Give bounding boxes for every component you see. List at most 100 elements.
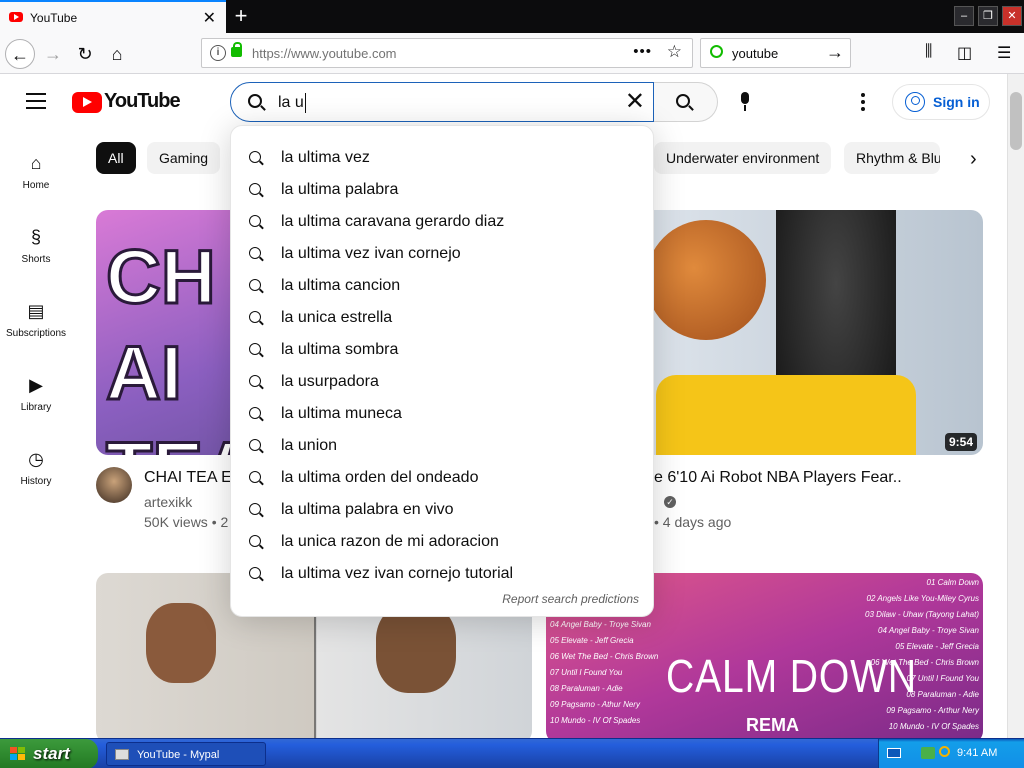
settings-menu-icon[interactable] (861, 93, 865, 111)
search-icon (249, 375, 261, 387)
taskbar: start YouTube - Mypal 9:41 AM (0, 738, 1024, 768)
tab-youtube[interactable]: YouTube ✕ (0, 0, 226, 33)
search-suggestions-dropdown: la ultima vez la ultima palabra la ultim… (230, 125, 654, 617)
search-icon[interactable] (939, 746, 950, 757)
video-meta: • 4 days ago (654, 514, 732, 530)
verified-badge-icon: ✓ (664, 496, 676, 508)
suggestion-item[interactable]: la usurpadora (231, 366, 655, 398)
suggestion-item[interactable]: la union (231, 430, 655, 462)
suggestion-text: la union (281, 437, 338, 454)
close-tab-icon[interactable]: ✕ (203, 8, 216, 28)
search-icon (249, 151, 261, 163)
channel-avatar[interactable] (96, 467, 132, 503)
search-icon (249, 279, 261, 291)
sidebar-item-home[interactable]: ⌂ Home (0, 152, 72, 191)
history-icon: ◷ (28, 449, 44, 469)
account-icon (905, 92, 925, 112)
track: 05 Elevate - Jeff Grecia (550, 636, 634, 645)
chip-underwater-environment[interactable]: Underwater environment (654, 142, 832, 174)
chip-all[interactable]: All (96, 142, 136, 174)
menu-icon[interactable]: ☰ (997, 43, 1011, 63)
clear-search-icon[interactable]: ✕ (625, 88, 645, 116)
suggestion-text: la ultima vez ivan cornejo (281, 245, 461, 262)
start-button[interactable]: start (0, 739, 98, 768)
subscriptions-icon: ▤ (27, 301, 45, 321)
sidebar-label: Subscriptions (5, 328, 67, 339)
chevron-right-icon[interactable]: › (970, 148, 977, 171)
text-caret (305, 93, 306, 113)
suggestion-item[interactable]: la ultima sombra (231, 334, 655, 366)
sidebar-item-history[interactable]: ◷ History (0, 448, 72, 487)
page-scrollbar[interactable] (1007, 74, 1024, 738)
search-button[interactable] (654, 82, 718, 122)
suggestion-text: la usurpadora (281, 373, 379, 390)
browser-window-icon (115, 749, 129, 760)
suggestion-text: la ultima muneca (281, 405, 402, 422)
page-actions-icon[interactable]: ••• (633, 43, 652, 60)
sign-in-button[interactable]: Sign in (892, 84, 990, 120)
suggestion-item[interactable]: la ultima palabra en vivo (231, 494, 655, 526)
minimize-button[interactable]: – (954, 6, 974, 26)
reload-button[interactable]: ↻ (70, 39, 100, 69)
suggestion-item[interactable]: la ultima palabra (231, 174, 655, 206)
track: 06 Wet The Bed - Chris Brown (550, 652, 659, 661)
url-bar[interactable]: i https://www.youtube.com ••• ☆ (201, 38, 693, 68)
sidebar-item-subscriptions[interactable]: ▤ Subscriptions (0, 300, 72, 339)
track: 03 Dilaw - Uhaw (Tayong Lahat) (865, 610, 979, 619)
network-icon[interactable] (921, 747, 935, 759)
library-icon[interactable]: ⫼ (925, 43, 932, 61)
sidebar-item-shorts[interactable]: § Shorts (0, 226, 72, 265)
browser-search-value[interactable]: youtube (732, 46, 778, 61)
voice-search-icon[interactable] (739, 92, 751, 112)
video-meta: 50K views • 2 (144, 514, 229, 530)
track: 09 Pagsamo - Arthur Nery (886, 706, 979, 715)
clock[interactable]: 9:41 AM (957, 747, 997, 759)
report-predictions-link[interactable]: Report search predictions (502, 592, 639, 606)
forward-button[interactable]: → (38, 39, 68, 69)
suggestion-item[interactable]: la ultima caravana gerardo diaz (231, 206, 655, 238)
track: 04 Angel Baby - Troye Sivan (550, 620, 651, 629)
suggestion-item[interactable]: la ultima vez ivan cornejo (231, 238, 655, 270)
guide-menu-icon[interactable] (26, 93, 46, 109)
track: 10 Mundo - IV Of Spades (550, 716, 641, 725)
suggestion-item[interactable]: la ultima cancion (231, 270, 655, 302)
search-input[interactable]: la u ✕ (230, 82, 654, 122)
chip-gaming[interactable]: Gaming (147, 142, 221, 174)
suggestion-item[interactable]: la unica estrella (231, 302, 655, 334)
scrollbar-thumb[interactable] (1010, 92, 1022, 150)
suggestion-item[interactable]: la ultima muneca (231, 398, 655, 430)
suggestion-item[interactable]: la ultima orden del ondeado (231, 462, 655, 494)
video-duration: 9:54 (944, 433, 977, 451)
suggestion-text: la ultima cancion (281, 277, 401, 294)
sidebar-label: Library (20, 402, 52, 413)
restore-button[interactable]: ❐ (978, 6, 998, 26)
url-text[interactable]: https://www.youtube.com (252, 46, 397, 61)
back-button[interactable]: ← (5, 39, 35, 69)
track: 01 Calm Down (926, 578, 979, 587)
close-window-button[interactable]: ✕ (1002, 6, 1022, 26)
browser-search-bar[interactable]: youtube → (700, 38, 851, 68)
info-icon[interactable]: i (210, 45, 226, 61)
search-go-icon[interactable]: → (826, 42, 844, 63)
suggestion-item[interactable]: la ultima vez (231, 142, 655, 174)
suggestion-item[interactable]: la unica razon de mi adoracion (231, 526, 655, 558)
sidebar-icon[interactable]: ◫ (957, 43, 972, 63)
keyboard-icon[interactable] (887, 748, 901, 758)
sidebar-item-library[interactable]: ▶ Library (0, 374, 72, 413)
video-title[interactable]: e 6'10 Ai Robot NBA Players Fear.. (654, 469, 902, 487)
search-icon (249, 343, 261, 355)
youtube-page: YouTube ⌂ Home § Shorts ▤ Subscriptions … (0, 74, 1007, 738)
bookmark-star-icon[interactable]: ☆ (667, 42, 682, 62)
sidebar-label: Home (22, 180, 50, 191)
channel-name[interactable]: artexikk (144, 494, 192, 510)
home-button[interactable]: ⌂ (102, 39, 132, 69)
search-query[interactable]: la u (278, 94, 304, 112)
taskbar-item-mypal[interactable]: YouTube - Mypal (106, 742, 266, 766)
new-tab-button[interactable]: + (228, 2, 254, 30)
search-icon (249, 535, 261, 547)
search-icon (249, 247, 261, 259)
suggestion-item[interactable]: la ultima vez ivan cornejo tutorial (231, 558, 655, 590)
tab-title: YouTube (30, 11, 78, 25)
chip-rhythm-blues[interactable]: Rhythm & Blues (844, 142, 940, 174)
video-title[interactable]: CHAI TEA E (144, 469, 232, 487)
